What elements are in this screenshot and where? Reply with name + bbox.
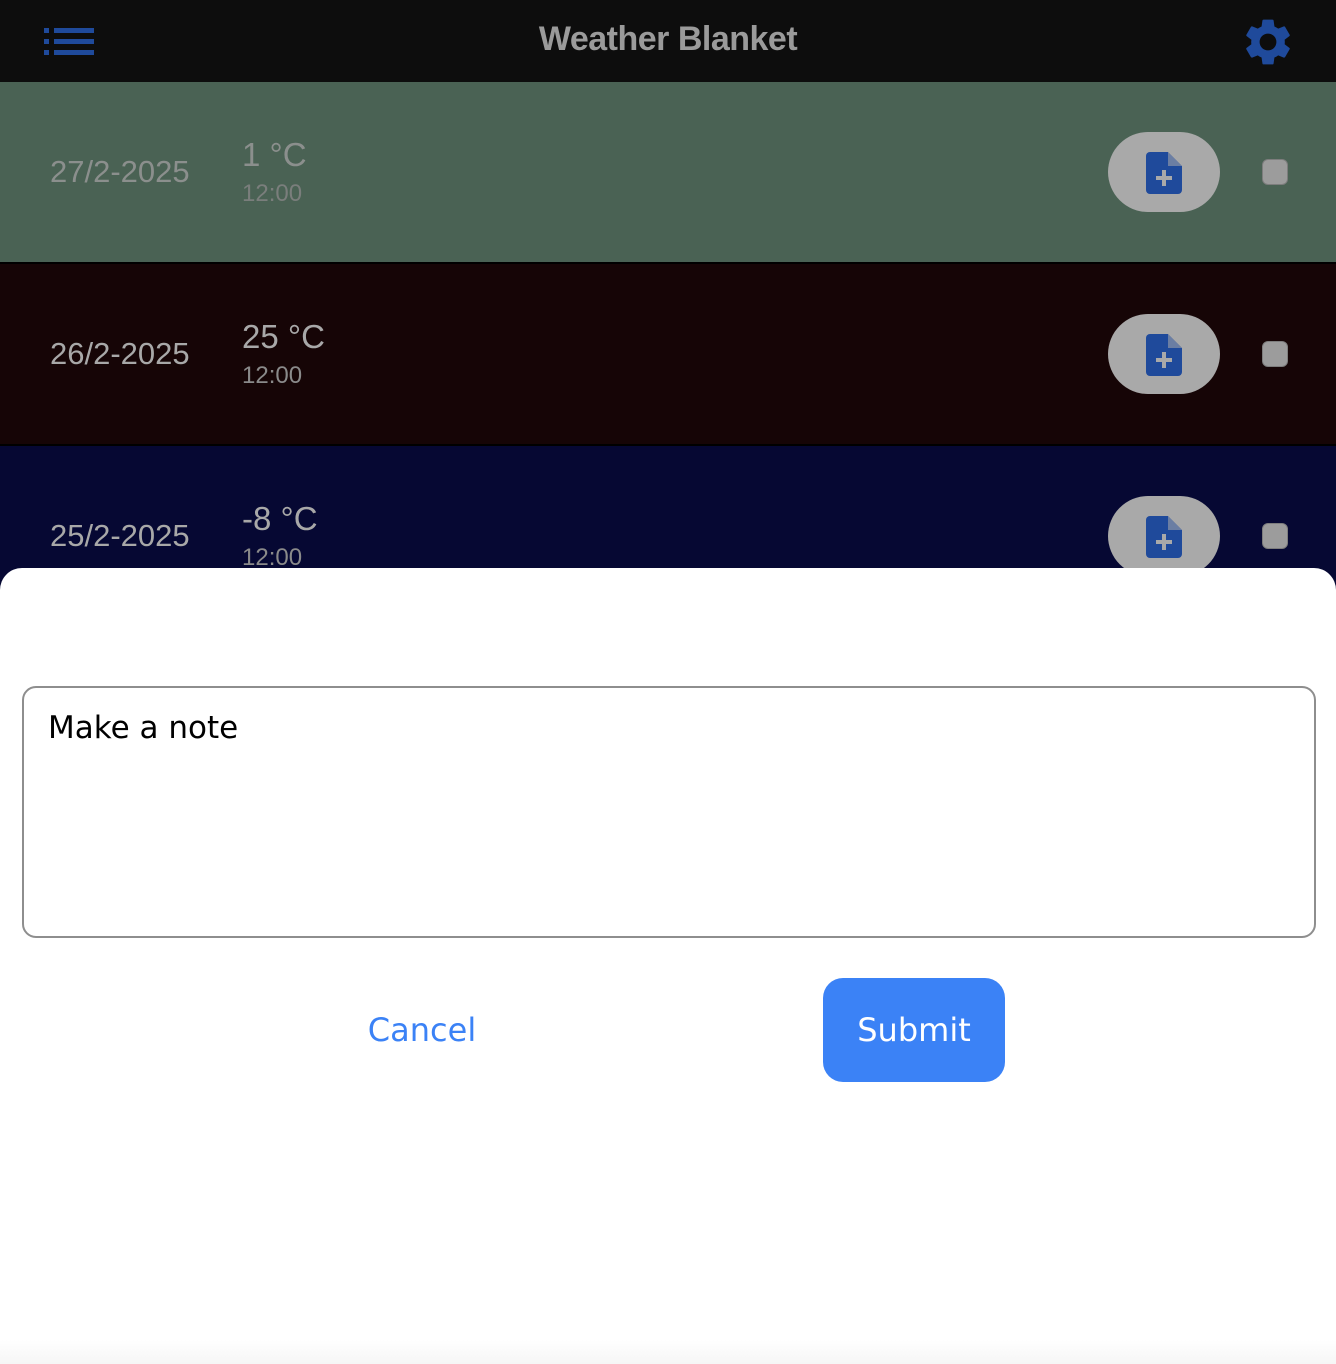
- list-icon: [44, 28, 94, 55]
- entry-time: 12:00: [242, 362, 303, 389]
- menu-button[interactable]: [44, 26, 96, 58]
- entry-checkbox[interactable]: [1262, 523, 1288, 549]
- sheet-bottom-edge: [0, 1340, 1336, 1364]
- add-note-button[interactable]: [1108, 496, 1220, 576]
- note-add-icon: [1146, 334, 1182, 376]
- weather-entry-row: 27/2-2025 1 °C 12:00: [0, 82, 1336, 264]
- add-note-button[interactable]: [1108, 314, 1220, 394]
- note-add-icon: [1146, 152, 1182, 194]
- note-bottom-sheet: Cancel Submit: [0, 568, 1336, 1364]
- cancel-button[interactable]: Cancel: [342, 980, 502, 1080]
- entry-date: 26/2-2025: [50, 336, 190, 371]
- entry-temperature: 1 °C: [242, 136, 307, 173]
- app-title: Weather Blanket: [538, 20, 798, 58]
- weather-entry-row: 26/2-2025 25 °C 12:00: [0, 264, 1336, 446]
- entry-temperature: -8 °C: [242, 500, 318, 537]
- submit-button[interactable]: Submit: [823, 978, 1005, 1082]
- settings-button[interactable]: [1240, 14, 1296, 70]
- entry-date: 27/2-2025: [50, 154, 190, 189]
- entry-checkbox[interactable]: [1262, 341, 1288, 367]
- entry-checkbox[interactable]: [1262, 159, 1288, 185]
- gear-icon: [1246, 19, 1290, 65]
- entry-time: 12:00: [242, 180, 303, 207]
- note-add-icon: [1146, 516, 1182, 558]
- note-input-container: [22, 686, 1316, 938]
- entry-temperature: 25 °C: [242, 318, 325, 355]
- weather-entry-list: 27/2-2025 1 °C 12:00 26/2-2025 25 °C 12:…: [0, 82, 1336, 628]
- note-textarea[interactable]: [48, 710, 1288, 910]
- top-app-bar: Weather Blanket: [0, 0, 1336, 82]
- entry-date: 25/2-2025: [50, 518, 190, 553]
- add-note-button[interactable]: [1108, 132, 1220, 212]
- app-root: Weather Blanket 27/2-2025 1 °C 12:00 26/…: [0, 0, 1336, 1364]
